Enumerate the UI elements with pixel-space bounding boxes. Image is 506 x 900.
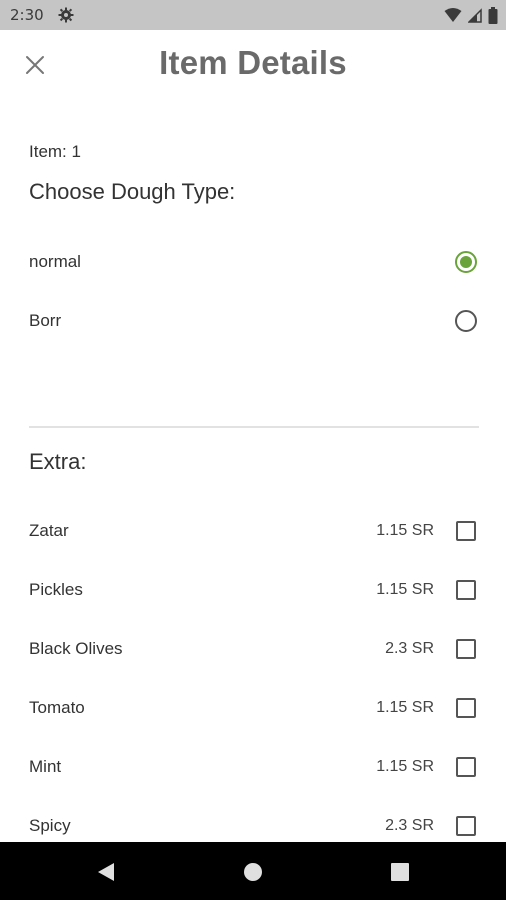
page-title: Item Details <box>159 44 347 81</box>
header: Item Details <box>0 30 506 102</box>
extra-item-price: 1.15 SR <box>376 581 434 598</box>
dough-option-label: normal <box>29 252 81 271</box>
item-number-label: Item: 1 <box>29 142 81 161</box>
extra-item-price: 1.15 SR <box>376 758 434 775</box>
system-nav-bar <box>0 842 506 900</box>
battery-icon <box>488 6 498 24</box>
radio-button[interactable] <box>455 310 477 332</box>
extra-item-zatar[interactable]: Zatar 1.15 SR <box>29 511 477 551</box>
extra-checkbox[interactable] <box>456 639 476 659</box>
recents-square-icon[interactable] <box>388 860 412 884</box>
extra-checkbox[interactable] <box>456 757 476 777</box>
extra-checkbox[interactable] <box>456 580 476 600</box>
dough-type-title: Choose Dough Type: <box>29 179 236 204</box>
extra-title: Extra: <box>29 449 87 474</box>
screen: 2:30 Item Details Item: 1 Choose Dough T… <box>0 0 506 900</box>
section-divider <box>29 426 479 428</box>
extra-item-price: 2.3 SR <box>385 640 434 657</box>
dough-option-normal[interactable]: normal <box>29 242 477 282</box>
cell-signal-icon <box>468 8 482 23</box>
extra-item-label: Black Olives <box>29 639 123 658</box>
dough-option-label: Borr <box>29 311 62 330</box>
extra-item-pickles[interactable]: Pickles 1.15 SR <box>29 570 477 610</box>
extra-item-label: Zatar <box>29 521 69 540</box>
home-circle-icon[interactable] <box>241 860 265 884</box>
radio-button-selected[interactable] <box>455 251 477 273</box>
extra-item-spicy[interactable]: Spicy 2.3 SR <box>29 806 477 846</box>
extra-item-price: 2.3 SR <box>385 817 434 834</box>
extra-checkbox[interactable] <box>456 816 476 836</box>
dough-option-borr[interactable]: Borr <box>29 301 477 341</box>
settings-gear-icon <box>58 7 74 23</box>
extra-checkbox[interactable] <box>456 521 476 541</box>
status-time: 2:30 <box>10 6 44 24</box>
extra-item-mint[interactable]: Mint 1.15 SR <box>29 747 477 787</box>
extra-item-label: Spicy <box>29 816 71 835</box>
extra-item-black-olives[interactable]: Black Olives 2.3 SR <box>29 629 477 669</box>
back-triangle-icon[interactable] <box>94 860 118 884</box>
status-icons <box>444 6 498 24</box>
extra-item-label: Mint <box>29 757 62 776</box>
extra-item-tomato[interactable]: Tomato 1.15 SR <box>29 688 477 728</box>
extra-checkbox[interactable] <box>456 698 476 718</box>
wifi-icon <box>444 8 462 22</box>
extra-item-label: Pickles <box>29 580 83 599</box>
extra-item-price: 1.15 SR <box>376 699 434 716</box>
extra-item-price: 1.15 SR <box>376 522 434 539</box>
status-bar: 2:30 <box>0 0 506 30</box>
extra-item-label: Tomato <box>29 698 85 717</box>
